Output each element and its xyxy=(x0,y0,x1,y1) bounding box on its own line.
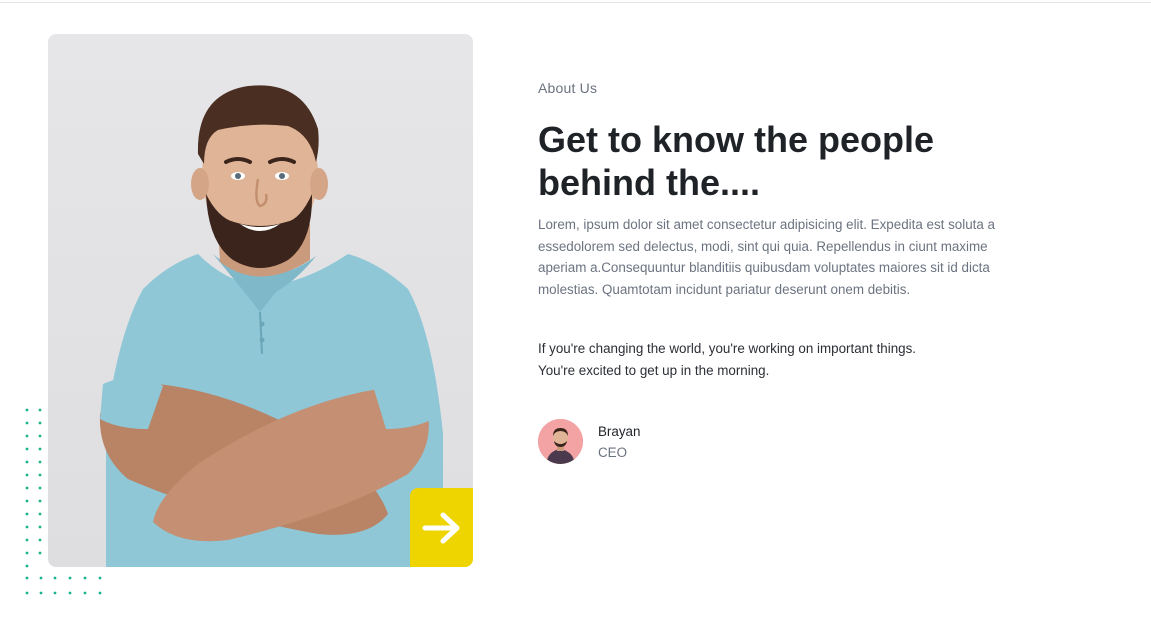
section-eyebrow: About Us xyxy=(538,80,598,96)
team-member-photo xyxy=(48,34,473,567)
author-role: CEO xyxy=(598,444,628,460)
author-name: Brayan xyxy=(598,423,641,439)
section-headline: Get to know the people behind the.... xyxy=(538,119,935,203)
quote-line-2: You're excited to get up in the morning. xyxy=(538,362,770,378)
avatar-portrait xyxy=(538,418,583,464)
quote-line-1: If you're changing the world, you're wor… xyxy=(538,341,917,357)
section-body-text: Lorem, ipsum dolor sit amet consectetur … xyxy=(538,217,995,297)
portrait-illustration xyxy=(99,85,443,567)
section-quote: If you're changing the world, you're wor… xyxy=(538,338,1008,381)
arrow-right-icon xyxy=(422,512,459,543)
author-block: Brayan CEO xyxy=(538,418,1008,464)
next-arrow-button[interactable] xyxy=(410,488,473,567)
author-meta: Brayan CEO xyxy=(598,419,640,464)
avatar xyxy=(538,418,583,464)
top-divider xyxy=(0,2,1151,3)
about-section-content: About Us Get to know the people behind t… xyxy=(538,78,1008,464)
